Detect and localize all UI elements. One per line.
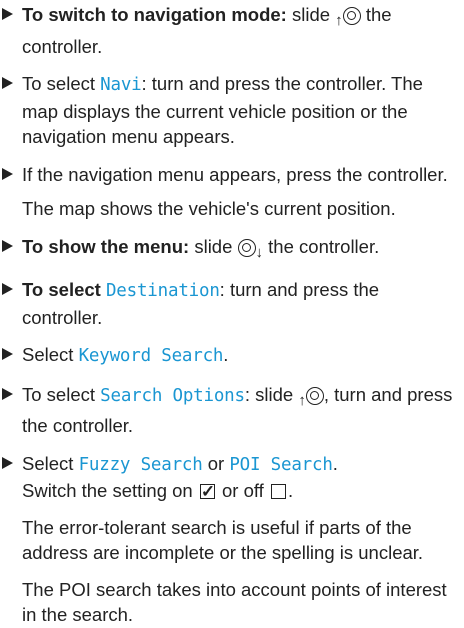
step-text: To select xyxy=(22,383,96,405)
step-text: slide xyxy=(291,4,331,25)
step-text: : slide xyxy=(244,383,294,405)
menu-item-keyword-search: Keyword Search xyxy=(78,346,224,366)
step-show-menu: To show the menu: slide ↓ the controller… xyxy=(0,234,464,266)
step-heading: To show the menu: xyxy=(22,235,190,257)
step-heading: To select xyxy=(22,279,101,300)
bullet-arrow-icon xyxy=(2,239,13,252)
step-text: Select xyxy=(22,452,74,474)
step-switch-navigation: To switch to navigation mode: slide ↑ th… xyxy=(0,2,464,59)
step-keyword-search: Select Keyword Search. xyxy=(0,342,464,370)
step-result-text: The map shows the vehicle's current posi… xyxy=(22,198,396,219)
checkbox-checked-icon: ✓ xyxy=(199,482,216,501)
step-text: To select xyxy=(22,73,96,94)
step-select-destination: To select Destination: turn and press th… xyxy=(0,277,464,330)
step-text: If the navigation menu appears, press th… xyxy=(22,163,448,185)
step-press-controller: If the navigation menu appears, press th… xyxy=(0,162,464,222)
step-text: Select xyxy=(22,344,74,365)
step-text: Switch the setting on xyxy=(22,480,193,501)
controller-slide-up-icon: ↑ xyxy=(335,6,361,34)
step-search-options: To select Search Options: slide ↑, turn … xyxy=(0,382,464,439)
checkbox-unchecked-icon xyxy=(270,484,286,499)
controller-slide-up-icon: ↑ xyxy=(298,386,324,414)
bullet-arrow-icon xyxy=(2,167,13,180)
menu-item-fuzzy-search: Fuzzy Search xyxy=(78,454,203,475)
step-text: . xyxy=(223,344,229,365)
bullet-arrow-icon xyxy=(2,456,13,469)
menu-item-destination: Destination xyxy=(105,281,220,301)
bullet-arrow-icon xyxy=(2,77,13,89)
instruction-page: To switch to navigation mode: slide ↑ th… xyxy=(0,0,464,628)
step-select-navi: To select Navi: turn and press the contr… xyxy=(0,71,464,150)
menu-item-search-options: Search Options xyxy=(100,385,245,406)
step-text: . xyxy=(332,452,338,474)
step-heading: To switch to navigation mode: xyxy=(22,4,287,25)
bullet-arrow-icon xyxy=(2,8,13,20)
step-note-fuzzy: The error-tolerant search is useful if p… xyxy=(22,516,424,564)
step-text: . xyxy=(287,480,294,501)
step-text: the controller. xyxy=(268,235,380,257)
menu-item-poi-search: POI Search xyxy=(229,454,333,475)
step-text: or off xyxy=(222,480,264,501)
bullet-arrow-icon xyxy=(2,283,13,295)
step-note-poi: The POI search takes into account points… xyxy=(22,578,447,626)
step-text: slide xyxy=(194,235,233,257)
bullet-arrow-icon xyxy=(2,387,13,400)
controller-slide-down-icon: ↓ xyxy=(237,238,263,266)
step-fuzzy-poi-search: Select Fuzzy Search or POI Search. Switc… xyxy=(0,451,464,628)
menu-item-navi: Navi xyxy=(100,75,142,95)
bullet-arrow-icon xyxy=(2,348,13,360)
step-text: or xyxy=(207,452,225,474)
